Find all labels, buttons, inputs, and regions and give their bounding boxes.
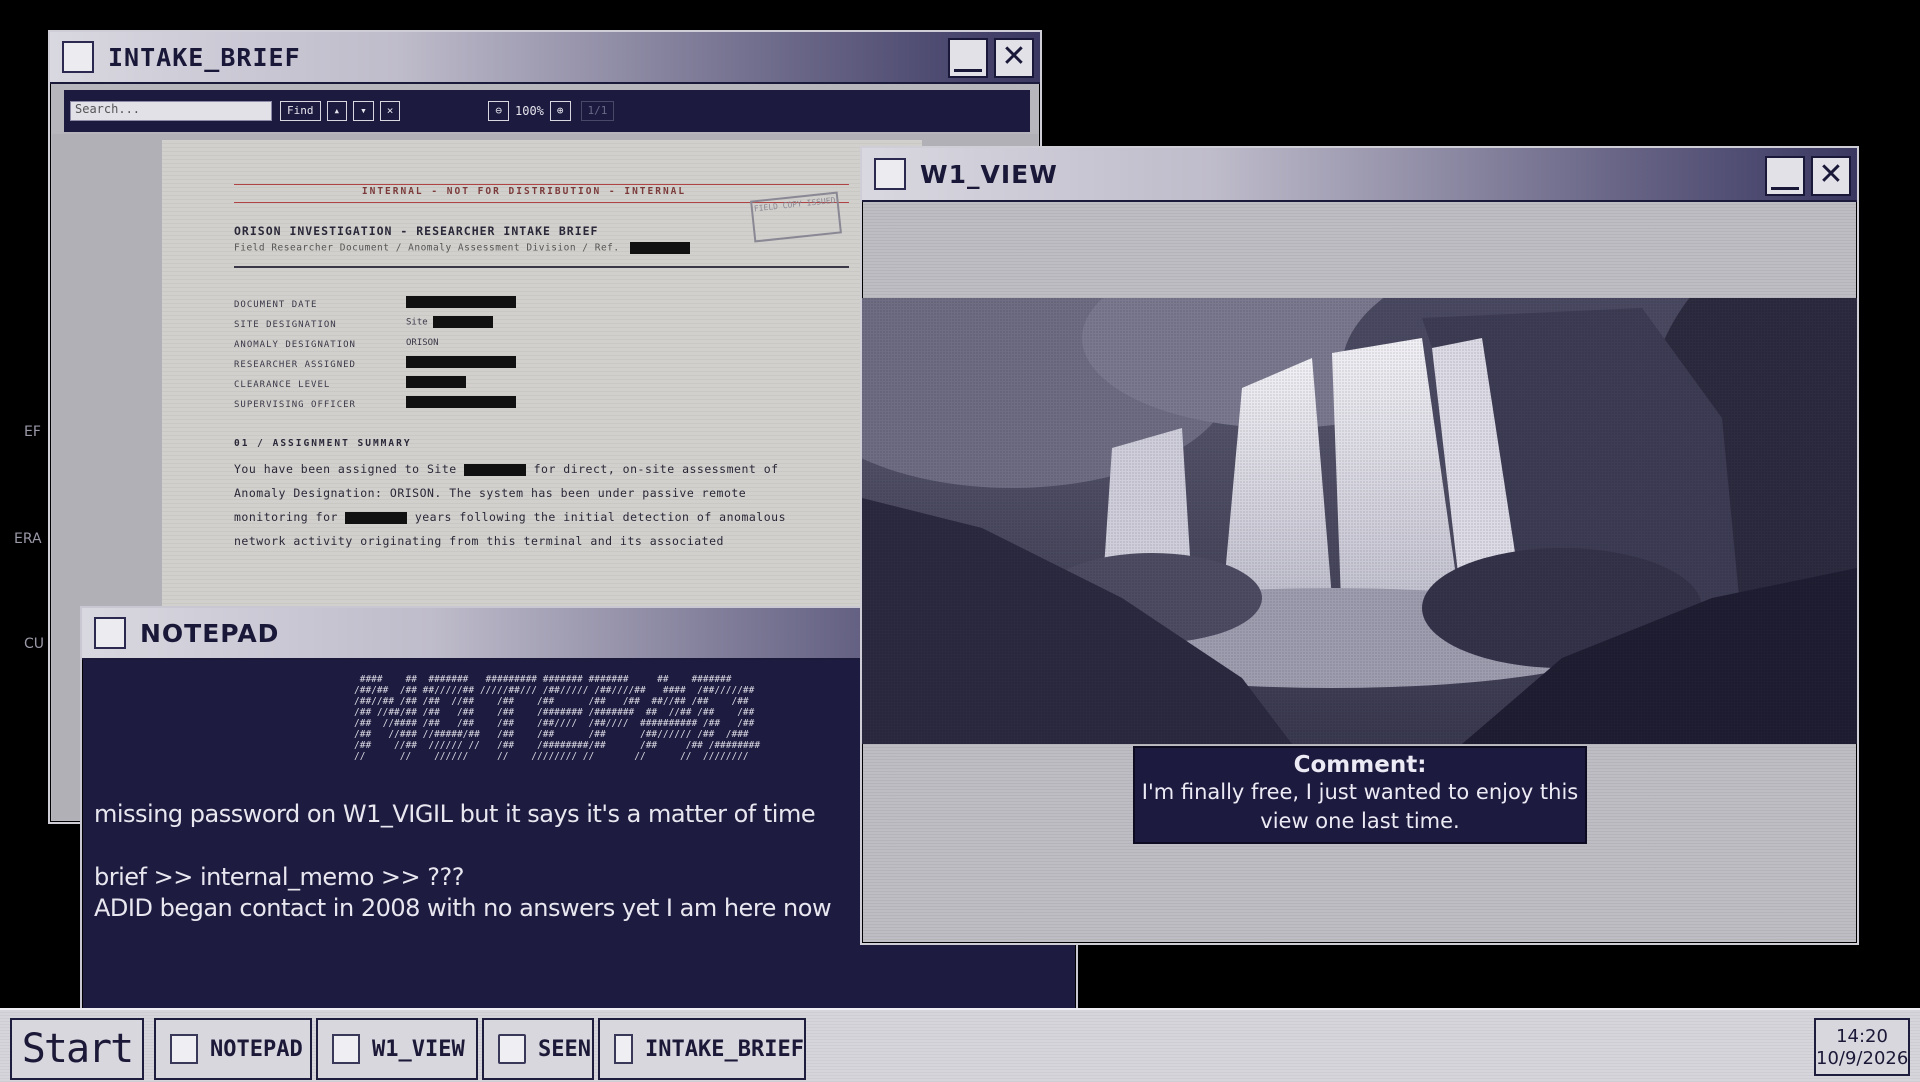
notepad-text-line[interactable]: brief >> internal_memo >> ???: [94, 863, 464, 891]
document-heading: ORISON INVESTIGATION - RESEARCHER INTAKE…: [234, 224, 599, 238]
waterfall-image: [862, 298, 1857, 744]
field-label: DOCUMENT DATE: [234, 300, 318, 310]
background-label-cu: CU: [24, 636, 45, 652]
comment-box: Comment: I'm finally free, I just wanted…: [1133, 746, 1587, 844]
field-value: ORISON: [406, 338, 439, 348]
body-text-line: You have been assigned to Site for direc…: [234, 462, 779, 476]
comment-line: I'm finally free, I just wanted to enjoy…: [1141, 780, 1579, 804]
close-button[interactable]: ✕: [1811, 156, 1851, 196]
zoom-out-button[interactable]: ⊖: [488, 101, 509, 121]
window-title: W1_VIEW: [920, 159, 1058, 189]
field-label: RESEARCHER ASSIGNED: [234, 360, 356, 370]
notepad-icon: [170, 1034, 198, 1064]
find-button[interactable]: Find: [280, 101, 321, 121]
close-button[interactable]: ✕: [994, 38, 1034, 78]
taskbar-item-w1-view[interactable]: W1_VIEW: [316, 1018, 478, 1080]
field-value: [406, 296, 516, 308]
waterfall-photo: [862, 298, 1857, 744]
folder-icon: [498, 1034, 526, 1064]
notepad-icon: [94, 617, 126, 649]
find-previous-button[interactable]: ▴: [326, 101, 348, 121]
start-label: Start: [21, 1026, 134, 1072]
comment-title: Comment:: [1293, 752, 1427, 778]
minimize-button[interactable]: [948, 38, 988, 78]
start-button[interactable]: Start: [10, 1018, 144, 1080]
section-heading: 01 / ASSIGNMENT SUMMARY: [234, 438, 412, 449]
ascii-art-banner: #### ## ####### ######### ####### ######…: [354, 674, 761, 762]
search-input[interactable]: Search...: [70, 101, 272, 121]
field-value: [406, 376, 466, 388]
intake-brief-titlebar[interactable]: INTAKE_BRIEF ✕: [50, 32, 1040, 84]
w1-view-titlebar[interactable]: W1_VIEW ✕: [862, 148, 1857, 202]
field-value: [406, 396, 516, 408]
field-label: CLEARANCE LEVEL: [234, 380, 331, 390]
body-text-line: monitoring for years following the initi…: [234, 510, 786, 524]
find-next-button[interactable]: ▾: [353, 101, 374, 121]
pdf-toolbar: Search... Find ▴ ▾ × ⊖ 100% ⊕ 1/1: [64, 90, 1030, 132]
clock-time: 14:20: [1836, 1026, 1888, 1047]
minimize-button[interactable]: [1765, 156, 1805, 196]
field-label: SUPERVISING OFFICER: [234, 400, 356, 410]
redaction-bar: [629, 242, 690, 254]
page-indicator: 1/1: [580, 101, 615, 121]
document-icon: [614, 1034, 634, 1064]
field-label: SITE DESIGNATION: [234, 320, 337, 330]
document-subheading: Field Researcher Document / Anomaly Asse…: [234, 242, 690, 254]
taskbar: Start NOTEPAD W1_VIEW SEEN INTAKE_BRIEF …: [0, 1008, 1920, 1082]
w1-view-window[interactable]: W1_VIEW ✕ Comment: I'm finally free, I j…: [860, 146, 1859, 945]
taskbar-item-notepad[interactable]: NOTEPAD: [154, 1018, 312, 1080]
notepad-text-line[interactable]: missing password on W1_VIGIL but it says…: [94, 800, 816, 828]
system-clock[interactable]: 14:20 10/9/2026: [1814, 1018, 1910, 1076]
body-text-line: Anomaly Designation: ORISON. The system …: [234, 486, 747, 500]
zoom-in-button[interactable]: ⊕: [549, 101, 571, 121]
body-text-line: network activity originating from this t…: [234, 534, 724, 548]
image-file-icon: [332, 1034, 360, 1064]
taskbar-item-seen[interactable]: SEEN: [482, 1018, 594, 1080]
field-value: Site: [406, 316, 494, 328]
clock-date: 10/9/2026: [1816, 1048, 1909, 1069]
distribution-banner: INTERNAL - NOT FOR DISTRIBUTION - INTERN…: [361, 186, 687, 197]
zoom-level: 100%: [515, 104, 544, 118]
field-copy-stamp: FIELD COPY ISSUED: [750, 191, 842, 243]
document-icon: [62, 41, 94, 73]
clear-search-button[interactable]: ×: [379, 101, 401, 121]
window-title: INTAKE_BRIEF: [108, 42, 301, 72]
comment-line: view one last time.: [1260, 809, 1460, 833]
field-value: [406, 356, 516, 368]
background-label-ef: EF: [24, 424, 41, 440]
background-label-era: ERA: [14, 531, 42, 547]
image-file-icon: [874, 158, 906, 190]
window-title: NOTEPAD: [140, 618, 280, 648]
taskbar-item-intake-brief[interactable]: INTAKE_BRIEF: [598, 1018, 806, 1080]
field-label: ANOMALY DESIGNATION: [234, 340, 356, 350]
notepad-text-line[interactable]: ADID began contact in 2008 with no answe…: [94, 894, 832, 922]
